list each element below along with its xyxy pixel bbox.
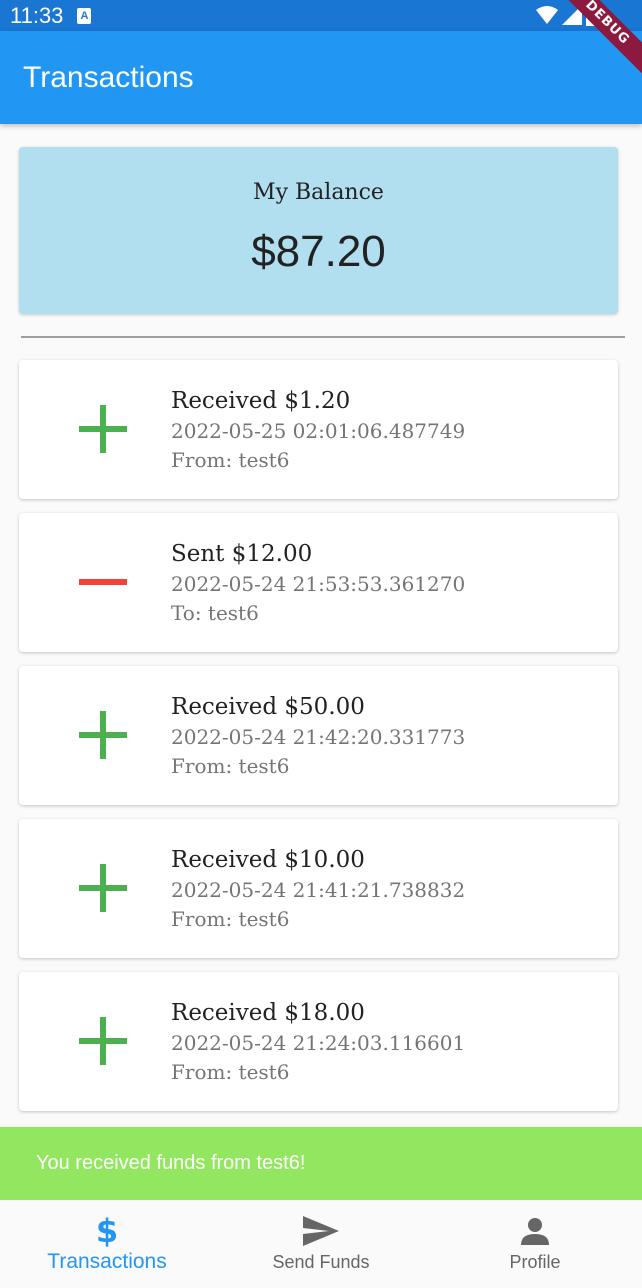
balance-value: $87.20 [251,227,386,276]
transaction-date: 2022-05-24 21:53:53.361270 [171,572,466,596]
transaction-date: 2022-05-24 21:24:03.116601 [171,1031,466,1055]
bottom-nav: $ Transactions Send Funds Profile [0,1200,642,1288]
nav-item-transactions[interactable]: $ Transactions [0,1200,214,1288]
plus-icon [79,405,127,453]
transaction-title: Received $50.00 [171,694,365,720]
snackbar: You received funds from test6! [0,1127,642,1200]
transaction-party: From: test6 [171,448,290,472]
transaction-date: 2022-05-25 02:01:06.487749 [171,419,466,443]
wifi-icon [536,6,558,24]
transaction-title: Received $18.00 [171,1000,365,1026]
minus-icon [79,558,127,606]
transaction-title: Sent $12.00 [171,541,313,567]
transaction-card[interactable]: Received $1.20 2022-05-25 02:01:06.48774… [19,360,618,499]
divider [21,336,625,338]
transaction-party: From: test6 [171,1060,290,1084]
transaction-title: Received $10.00 [171,847,365,873]
nav-label: Profile [509,1252,561,1272]
status-bar: 11:33 A [0,0,642,31]
dollar-icon: $ [95,1212,119,1250]
plus-icon [79,711,127,759]
plus-icon [79,1017,127,1065]
transaction-date: 2022-05-24 21:42:20.331773 [171,725,466,749]
transaction-party: From: test6 [171,754,290,778]
plus-icon [79,864,127,912]
nav-label: Transactions [47,1250,167,1273]
transaction-card[interactable]: Received $18.00 2022-05-24 21:24:03.1166… [19,972,618,1111]
transaction-date: 2022-05-24 21:41:21.738832 [171,878,466,902]
transaction-list: Received $1.20 2022-05-25 02:01:06.48774… [19,360,618,1125]
send-icon [303,1214,339,1248]
transaction-party: From: test6 [171,907,290,931]
person-icon [521,1214,549,1248]
a-icon: A [77,7,92,24]
app-bar: Transactions [0,31,642,124]
nav-label: Send Funds [272,1252,370,1272]
transaction-card[interactable]: Received $10.00 2022-05-24 21:41:21.7388… [19,819,618,958]
page-title: Transactions [23,60,194,94]
snackbar-message: You received funds from test6! [36,1152,306,1174]
transaction-card[interactable]: Sent $12.00 2022-05-24 21:53:53.361270 T… [19,513,618,652]
nav-item-send-funds[interactable]: Send Funds [214,1200,428,1288]
balance-label: My Balance [253,180,384,205]
status-time: 11:33 [10,2,64,28]
transaction-party: To: test6 [171,601,259,625]
nav-item-profile[interactable]: Profile [428,1200,642,1288]
balance-card: My Balance $87.20 [19,147,618,314]
transaction-title: Received $1.20 [171,388,351,414]
transaction-card[interactable]: Received $50.00 2022-05-24 21:42:20.3317… [19,666,618,805]
